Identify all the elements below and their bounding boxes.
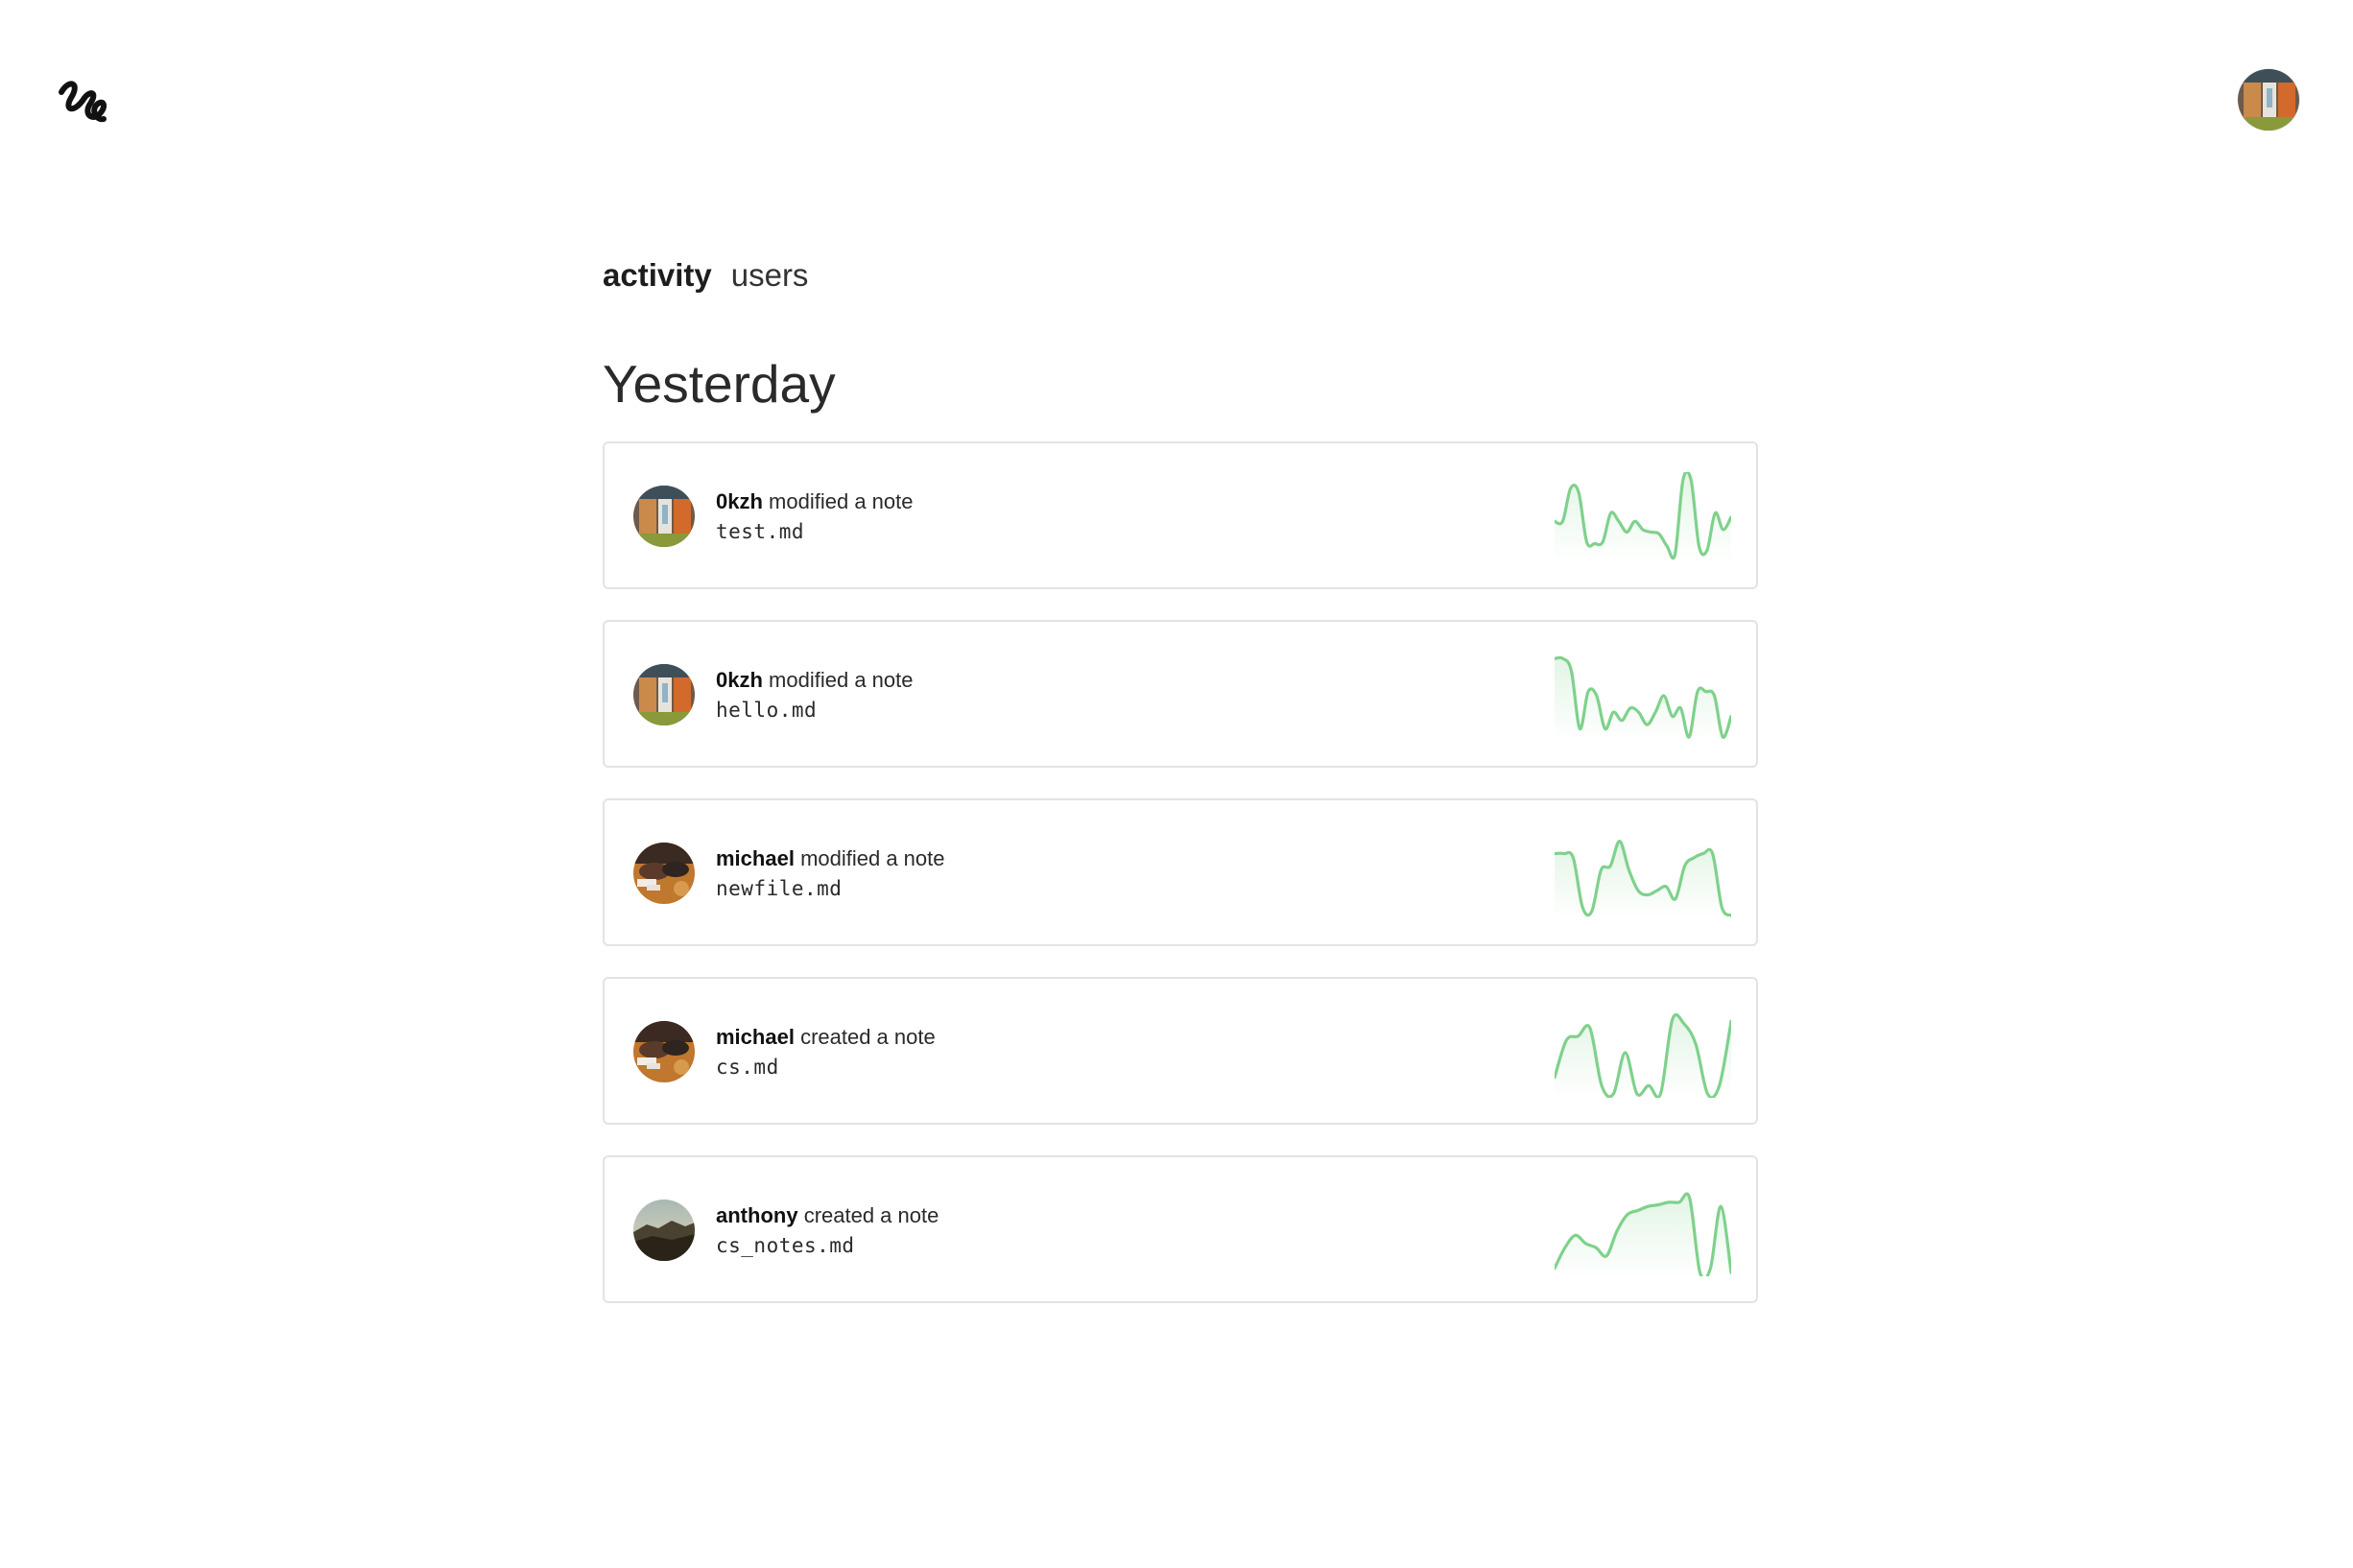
page: activity users Yesterday 0kzh modified a… — [0, 0, 2353, 1568]
avatar — [633, 1021, 695, 1082]
sparkline-area — [1555, 472, 1731, 562]
action-text: created a note — [803, 1203, 939, 1227]
action-text: created a note — [800, 1025, 936, 1049]
section-title: Yesterday — [603, 354, 836, 414]
activity-summary: 0kzh modified a note — [716, 487, 913, 516]
avatar — [633, 486, 695, 547]
activity-text: anthony created a note cs_notes.md — [716, 1201, 939, 1261]
activity-text: michael modified a note newfile.md — [716, 844, 945, 904]
tab-activity[interactable]: activity — [603, 257, 712, 294]
user-name[interactable]: anthony — [716, 1203, 798, 1227]
activity-summary: anthony created a note — [716, 1201, 939, 1230]
action-text: modified a note — [769, 668, 914, 692]
avatar — [633, 1200, 695, 1261]
activity-text: michael created a note cs.md — [716, 1023, 936, 1082]
file-name[interactable]: newfile.md — [716, 873, 945, 904]
action-text: modified a note — [800, 846, 945, 870]
activity-text: 0kzh modified a note test.md — [716, 487, 913, 547]
sparkline-area — [1555, 1194, 1731, 1276]
file-name[interactable]: test.md — [716, 516, 913, 547]
storefront-photo-icon — [633, 664, 695, 725]
user-name[interactable]: michael — [716, 1025, 795, 1049]
activity-card[interactable]: 0kzh modified a note hello.md — [603, 620, 1758, 768]
activity-summary: michael modified a note — [716, 844, 945, 873]
file-name[interactable]: cs.md — [716, 1052, 936, 1082]
activity-summary: michael created a note — [716, 1023, 936, 1052]
food-photo-icon — [633, 843, 695, 904]
activity-card[interactable]: anthony created a note cs_notes.md — [603, 1155, 1758, 1303]
activity-sparkline — [1555, 655, 1731, 741]
user-name[interactable]: michael — [716, 846, 795, 870]
user-name[interactable]: 0kzh — [716, 489, 763, 513]
file-name[interactable]: cs_notes.md — [716, 1230, 939, 1261]
landscape-photo-icon — [633, 1200, 695, 1261]
avatar — [633, 843, 695, 904]
activity-sparkline — [1555, 1012, 1731, 1098]
profile-avatar[interactable] — [2238, 69, 2299, 131]
file-name[interactable]: hello.md — [716, 695, 913, 725]
squiggle-logo-icon[interactable] — [56, 75, 113, 132]
activity-text: 0kzh modified a note hello.md — [716, 666, 913, 725]
activity-sparkline — [1555, 472, 1731, 562]
activity-card[interactable]: michael modified a note newfile.md — [603, 798, 1758, 946]
activity-sparkline — [1555, 1192, 1731, 1276]
activity-list: 0kzh modified a note test.md 0kzh modifi… — [603, 441, 1758, 1303]
activity-sparkline — [1555, 839, 1731, 919]
user-name[interactable]: 0kzh — [716, 668, 763, 692]
storefront-photo-icon — [633, 486, 695, 547]
main-content: activity users Yesterday 0kzh modified a… — [603, 257, 1758, 1303]
food-photo-icon — [633, 1021, 695, 1082]
storefront-photo-icon — [2238, 69, 2299, 131]
activity-card[interactable]: michael created a note cs.md — [603, 977, 1758, 1125]
tab-bar: activity users — [603, 257, 1758, 307]
tab-users[interactable]: users — [731, 257, 809, 294]
activity-card[interactable]: 0kzh modified a note test.md — [603, 441, 1758, 589]
activity-summary: 0kzh modified a note — [716, 666, 913, 695]
avatar — [633, 664, 695, 725]
action-text: modified a note — [769, 489, 914, 513]
